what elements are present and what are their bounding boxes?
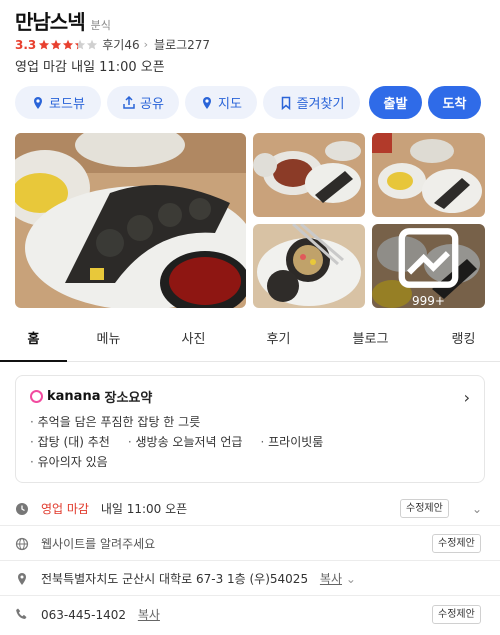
phone-text: 063-445-1402 복사 [41,606,160,623]
map-button[interactable]: 지도 [185,86,257,119]
copy-phone-button[interactable]: 복사 [138,608,160,622]
summary-item: 프라이빗룸 [260,432,323,452]
tab-menu[interactable]: 메뉴 [75,320,142,362]
review-count-link[interactable]: 후기46 [102,36,139,53]
roadview-pin-icon [34,96,43,109]
globe-icon [15,537,29,550]
action-buttons: 로드뷰 공유 지도 즐겨찾기 출발 도착 [15,86,481,119]
rating-score: 3.3 [15,37,37,52]
depart-button[interactable]: 출발 [369,86,422,119]
address-value: 전북특별자치도 군산시 대학로 67-3 1층 (우)54025 [41,572,309,586]
phone-number[interactable]: 063-445-1402 [41,608,126,622]
map-pin-icon [203,96,212,109]
closed-status: 영업 마감 [41,502,89,516]
tab-blog[interactable]: 블로그 [337,320,404,362]
share-button[interactable]: 공유 [107,86,179,119]
gimbap-photo [15,133,246,308]
photo-4[interactable] [253,224,365,308]
star-icon [51,39,62,49]
copy-address-button[interactable]: 복사 [320,572,342,586]
chopsticks-photo [253,224,365,308]
tab-bar: 홈 메뉴 사진 후기 블로그 랭킹 [0,320,500,362]
share-label: 공유 [140,97,164,112]
bookmark-icon [281,96,290,110]
summary-line: 잡탕 (대) 추천 생방송 오늘저녁 언급 프라이빗룸 [30,432,470,452]
star-icon [39,39,50,49]
place-category: 분식 [90,19,111,32]
photo-main[interactable] [15,133,246,308]
share-icon [123,95,135,109]
photo-3[interactable] [372,133,485,217]
star-rating [38,39,98,51]
more-photos-overlay: 999+ [372,224,485,308]
info-phone-row: 063-445-1402 복사 수정제안 [0,597,500,631]
gallery-icon [398,228,459,288]
map-label: 지도 [218,97,242,112]
next-open-time: 내일 11:00 오픈 [100,502,188,516]
info-address-row: 전북특별자치도 군산시 대학로 67-3 1층 (우)54025 복사 ⌄ [0,562,500,596]
tab-photos[interactable]: 사진 [160,320,227,362]
summary-line: 유아의자 있음 [30,452,470,472]
star-icon [75,39,86,49]
tab-home[interactable]: 홈 [0,320,67,362]
table-photo [253,133,365,217]
roadview-label: 로드뷰 [49,97,85,112]
more-photos-count: 999+ [412,294,445,308]
photo-5-more[interactable]: 999+ [372,224,485,308]
save-label: 즐겨찾기 [296,97,345,112]
summary-item: 추억을 담은 푸짐한 잡탕 한 그릇 [30,412,201,432]
summary-item: 생방송 오늘저녁 언급 [128,432,242,452]
star-icon [87,39,98,49]
hours-text: 영업 마감 내일 11:00 오픈 [41,500,187,517]
summary-item: 유아의자 있음 [30,452,108,472]
summary-line: 추억을 담은 푸짐한 잡탕 한 그릇 [30,412,470,432]
soup-photo [372,133,485,217]
summary-title: 장소요약 [104,391,153,406]
photo-gallery: 999+ [15,133,485,308]
chevron-down-icon[interactable]: ⌄ [346,572,356,586]
chevron-right-icon: › [143,38,149,51]
chevron-right-icon[interactable]: › [464,388,470,407]
phone-icon [16,608,27,619]
suggest-edit-button[interactable]: 수정제안 [432,604,481,624]
summary-header: kanana 장소요약 [30,387,470,406]
info-website-row: 웹사이트를 알려주세요 수정제안 [0,527,500,561]
kanana-logo-icon [30,390,43,403]
kanana-brand: kanana [47,389,101,404]
info-hours-row: 영업 마감 내일 11:00 오픈 수정제안 ⌄ [0,492,500,526]
blog-count-link[interactable]: 블로그277 [154,36,210,53]
tab-reviews[interactable]: 후기 [245,320,312,362]
clock-icon [16,502,28,515]
place-name: 만남스넥 [15,10,86,34]
address-text: 전북특별자치도 군산시 대학로 67-3 1층 (우)54025 복사 ⌄ [41,570,356,587]
rating-row: 3.3 후기46 › 블로그277 [15,36,210,53]
suggest-edit-button[interactable]: 수정제안 [432,534,481,553]
star-icon [63,39,74,49]
summary-item: 잡탕 (대) 추천 [30,432,110,452]
summary-lines: 추억을 담은 푸짐한 잡탕 한 그릇 잡탕 (대) 추천 생방송 오늘저녁 언급… [30,412,470,472]
chevron-down-icon[interactable]: ⌄ [472,502,482,516]
save-favorite-button[interactable]: 즐겨찾기 [263,86,360,119]
location-pin-icon [18,572,26,585]
roadview-button[interactable]: 로드뷰 [15,86,101,119]
arrive-button[interactable]: 도착 [428,86,481,119]
title-row: 만남스넥 분식 [15,6,111,35]
website-prompt: 웹사이트를 알려주세요 [41,537,156,551]
suggest-edit-button[interactable]: 수정제안 [400,499,449,518]
hours-status-line: 영업 마감 내일 11:00 오픈 [15,60,165,75]
photo-2[interactable] [253,133,365,217]
tab-ranking[interactable]: 랭킹 [430,320,497,362]
place-summary-card[interactable]: kanana 장소요약 › 추억을 담은 푸짐한 잡탕 한 그릇 잡탕 (대) … [15,375,485,483]
